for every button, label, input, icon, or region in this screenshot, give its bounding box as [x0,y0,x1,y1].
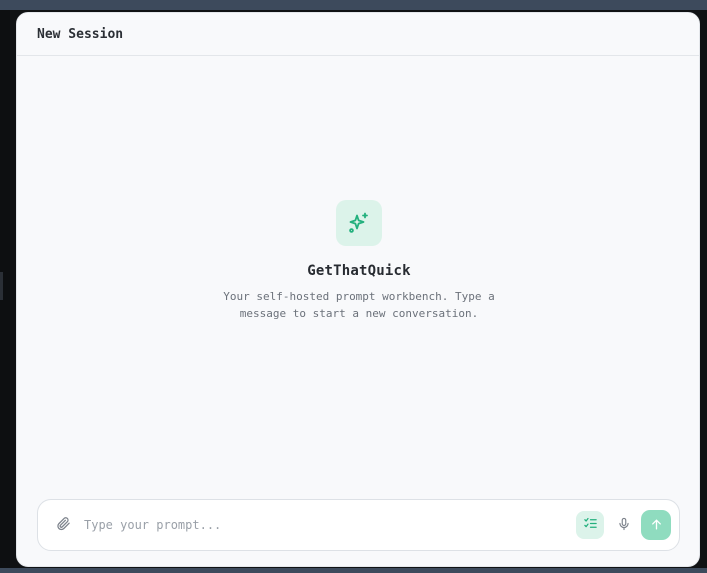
prompt-composer [37,499,680,551]
sparkles-icon [336,200,382,246]
session-title: New Session [37,26,124,42]
prompt-input[interactable] [82,512,576,538]
send-button[interactable] [641,510,671,540]
session-header: New Session [17,13,699,56]
paperclip-icon [56,516,71,535]
app-name: GetThatQuick [307,263,411,279]
top-frame-strip [0,0,707,10]
chat-window: New Session GetThatQuick Your self-hoste… [16,12,700,567]
arrow-up-icon [650,516,663,535]
bottom-frame-strip [0,568,707,573]
task-list-button[interactable] [576,511,604,539]
microphone-icon [617,516,631,535]
attach-button[interactable] [50,512,76,538]
left-edge-tab [0,272,3,300]
checklist-icon [583,516,598,535]
empty-state: GetThatQuick Your self-hosted prompt wor… [17,200,699,322]
app-description: Your self-hosted prompt workbench. Type … [223,290,495,320]
voice-input-button[interactable] [610,511,638,539]
